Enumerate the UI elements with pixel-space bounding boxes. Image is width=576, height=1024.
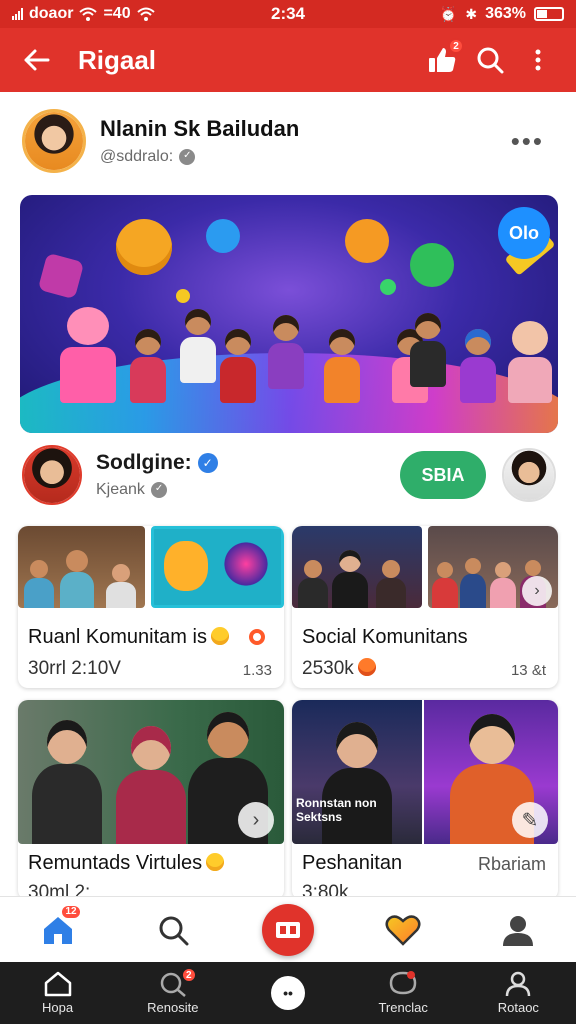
notification-badge: 2 xyxy=(448,38,464,54)
profile-name: Nlanin Sk Bailudan xyxy=(100,116,300,141)
overlay-text: Sektsns xyxy=(296,810,343,824)
nav-profile[interactable]: Rotaoc xyxy=(468,971,568,1015)
tab-favorites[interactable] xyxy=(373,900,433,960)
creator-handle: Kjeank xyxy=(96,481,145,498)
card-count: 1.33 xyxy=(242,662,272,679)
feed[interactable]: Nlanin Sk Bailudan @sddralo: ••• Olo Sod… xyxy=(0,92,576,896)
avatar[interactable] xyxy=(22,109,86,173)
bluetooth-icon: ✱ xyxy=(465,5,478,22)
hero-chip: Olo xyxy=(498,207,550,259)
edit-button[interactable]: ✎ xyxy=(512,802,548,838)
community-card[interactable]: Ronnstan non Sektsns ✎ Peshanitan Rbaria… xyxy=(292,700,558,896)
profile-icon xyxy=(503,915,534,946)
smile-icon xyxy=(206,853,225,871)
search-icon xyxy=(159,916,189,945)
nav-search[interactable]: 2 Renosite xyxy=(123,967,223,1015)
center-button[interactable]: •• xyxy=(270,976,305,1010)
hero-banner[interactable]: Olo xyxy=(20,195,558,433)
heart-icon xyxy=(385,914,421,946)
thumbnail xyxy=(151,526,284,608)
card-stat: 30ml 2: xyxy=(28,882,91,896)
battery-percent: 363% xyxy=(485,5,526,22)
back-button[interactable] xyxy=(14,38,58,82)
home-icon xyxy=(44,971,71,997)
creator-avatar[interactable] xyxy=(22,445,82,505)
profile-handle: @sddralo: xyxy=(100,148,174,165)
next-button[interactable]: › xyxy=(238,802,274,838)
smile-icon xyxy=(210,627,229,645)
back-arrow-icon xyxy=(24,49,50,71)
nav-label: Hopa xyxy=(42,1000,74,1015)
carrier-text: doaor xyxy=(29,5,74,22)
nav-trending[interactable]: Trenclac xyxy=(353,971,453,1015)
nav-label: Renosite xyxy=(147,1000,199,1015)
home-badge: 12 xyxy=(60,903,82,920)
card-stat: 30rrl 2:10V xyxy=(28,658,121,679)
search-icon xyxy=(477,47,504,74)
nav-label: Rotaoc xyxy=(497,1000,539,1015)
verified-icon xyxy=(150,482,167,498)
creator-name: Sodlgine: xyxy=(96,451,192,474)
wifi-icon xyxy=(79,7,98,21)
like-button[interactable]: 2 xyxy=(418,36,466,84)
creator-row: Sodlgine:✓ Kjeank SBIA xyxy=(22,442,556,508)
card-subtitle: Rbariam xyxy=(477,854,546,874)
more-options-button[interactable]: ••• xyxy=(511,128,544,154)
tab-bar: 12 xyxy=(0,896,576,962)
next-button[interactable]: › xyxy=(522,576,552,606)
more-vert-icon xyxy=(535,49,541,71)
create-button[interactable] xyxy=(261,903,314,956)
verified-icon: ✓ xyxy=(197,453,218,473)
nav-center[interactable]: •• xyxy=(238,976,338,1010)
thumbnail: Ronnstan non Sektsns xyxy=(292,700,422,844)
signal-icon xyxy=(12,8,23,20)
community-card[interactable]: › Social Komunitans 2530k 13 &t xyxy=(292,526,558,688)
app-bar: Rigaal 2 xyxy=(0,28,576,92)
wifi-icon-2 xyxy=(136,7,155,21)
tab-search[interactable] xyxy=(143,900,203,960)
profile-icon xyxy=(506,971,531,997)
thumbnail xyxy=(292,526,422,608)
nav-home[interactable]: Hopa xyxy=(8,971,108,1015)
overlay-text: Ronnstan non xyxy=(296,796,377,810)
community-card[interactable]: Ruanl Komunitam is 30rrl 2:10V 1.33 xyxy=(18,526,284,688)
create-icon xyxy=(275,921,300,938)
network-text: =40 xyxy=(103,5,131,22)
tab-create[interactable] xyxy=(258,900,318,960)
card-title: Peshanitan xyxy=(302,852,403,874)
card-title: Remuntads Virtules xyxy=(28,852,203,874)
card-stat: 2530k xyxy=(302,658,354,679)
card-count: 13 &t xyxy=(510,662,546,679)
smile-icon xyxy=(357,658,376,676)
chat-icon xyxy=(389,971,417,995)
page-title: Rigaal xyxy=(78,44,157,75)
battery-icon xyxy=(534,7,564,21)
avatar[interactable] xyxy=(502,448,556,502)
follow-button[interactable]: SBIA xyxy=(400,451,486,499)
tab-home[interactable]: 12 xyxy=(28,900,88,960)
profile-header: Nlanin Sk Bailudan @sddralo: ••• xyxy=(22,106,554,176)
search-button[interactable] xyxy=(466,36,514,84)
status-bar: doaor =40 2:34 ⏰ ✱ 363% xyxy=(0,0,576,28)
card-title: Ruanl Komunitam is xyxy=(28,626,207,648)
verified-icon xyxy=(179,149,196,165)
thumbnail xyxy=(18,526,145,608)
alarm-icon: ⏰ xyxy=(439,5,458,22)
card-title: Social Komunitans xyxy=(302,626,468,648)
nav-label: Trenclac xyxy=(378,1000,428,1015)
card-stat: 3:80k xyxy=(302,882,349,896)
bottom-nav: Hopa 2 Renosite •• Trenclac Rotaoc xyxy=(0,962,576,1024)
more-menu-button[interactable] xyxy=(514,36,562,84)
community-card[interactable]: › Remuntads Virtules 30ml 2: xyxy=(18,700,284,896)
nav-badge: 2 xyxy=(180,967,197,983)
tab-profile[interactable] xyxy=(488,900,548,960)
donut-icon xyxy=(248,629,265,645)
status-time: 2:34 xyxy=(270,4,306,23)
